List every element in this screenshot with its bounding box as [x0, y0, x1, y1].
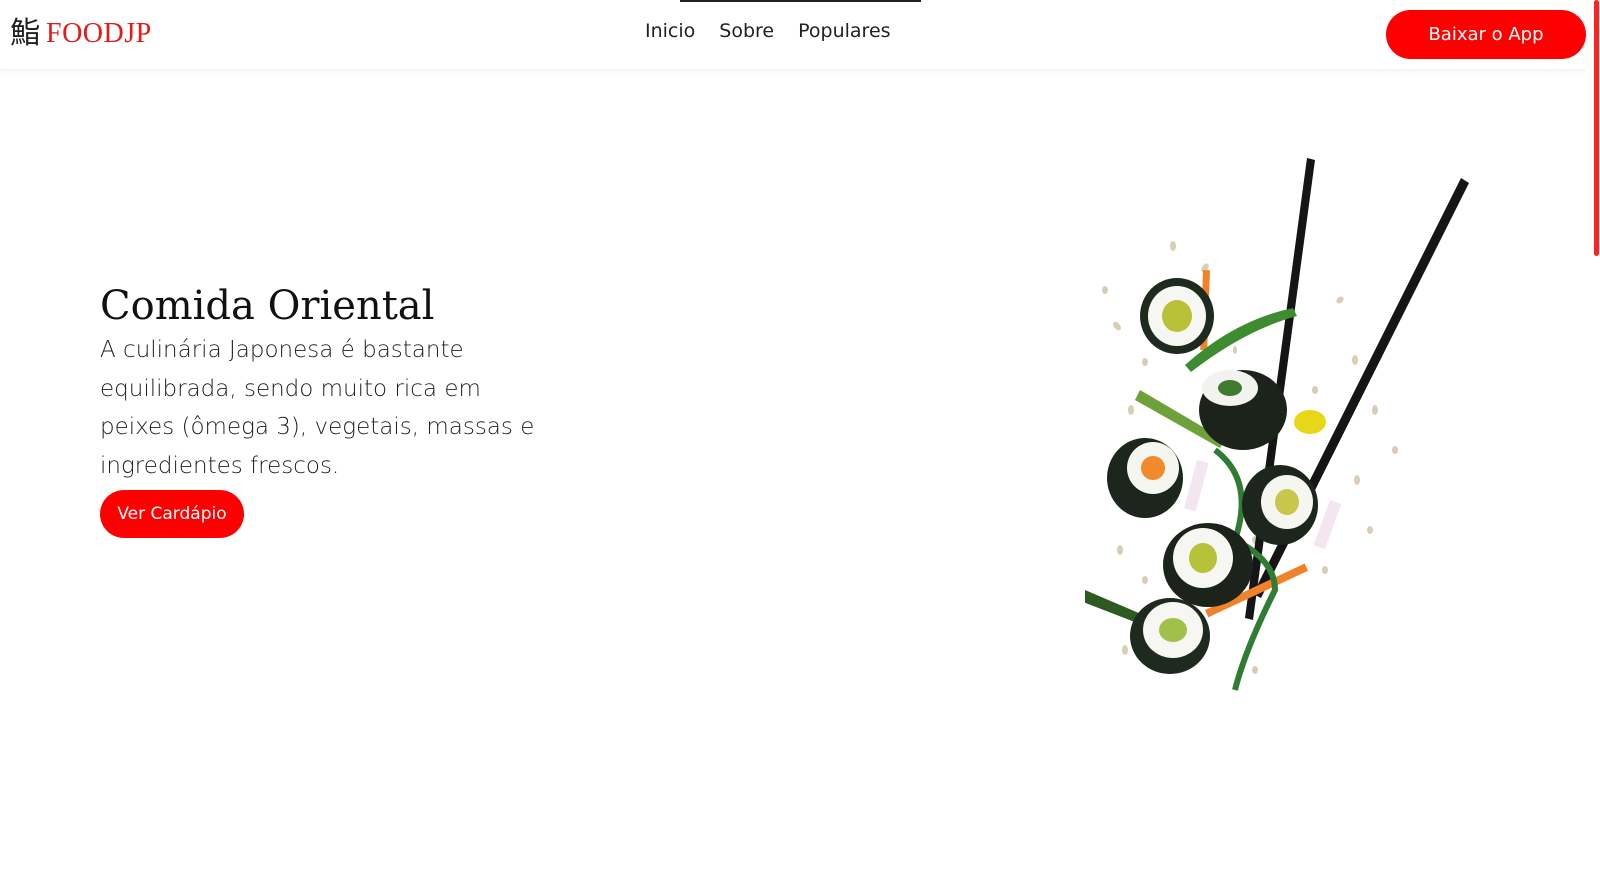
download-app-button[interactable]: Baixar o App — [1386, 10, 1586, 59]
nav-link-populares[interactable]: Populares — [798, 20, 890, 42]
main-nav: Inicio Sobre Populares — [645, 20, 891, 42]
landing-page: 鮨 FOODJP Inicio Sobre Populares Baixar o… — [0, 0, 1600, 876]
hero-description: A culinária Japonesa é bastante equilibr… — [100, 337, 535, 479]
site-header: 鮨 FOODJP Inicio Sobre Populares Baixar o… — [0, 0, 1586, 69]
view-menu-button[interactable]: Ver Cardápio — [100, 490, 244, 538]
nav-active-indicator — [680, 0, 921, 2]
nav-link-sobre[interactable]: Sobre — [719, 20, 774, 42]
hero-title: Comida Oriental — [100, 283, 435, 329]
logo-kanji: 鮨 — [10, 16, 40, 51]
logo[interactable]: 鮨 FOODJP — [10, 14, 152, 54]
scrollbar-thumb[interactable] — [1594, 0, 1599, 256]
nav-link-inicio[interactable]: Inicio — [645, 20, 695, 42]
logo-text: FOODJP — [46, 18, 152, 49]
sushi-chopsticks-illustration — [1085, 158, 1469, 691]
